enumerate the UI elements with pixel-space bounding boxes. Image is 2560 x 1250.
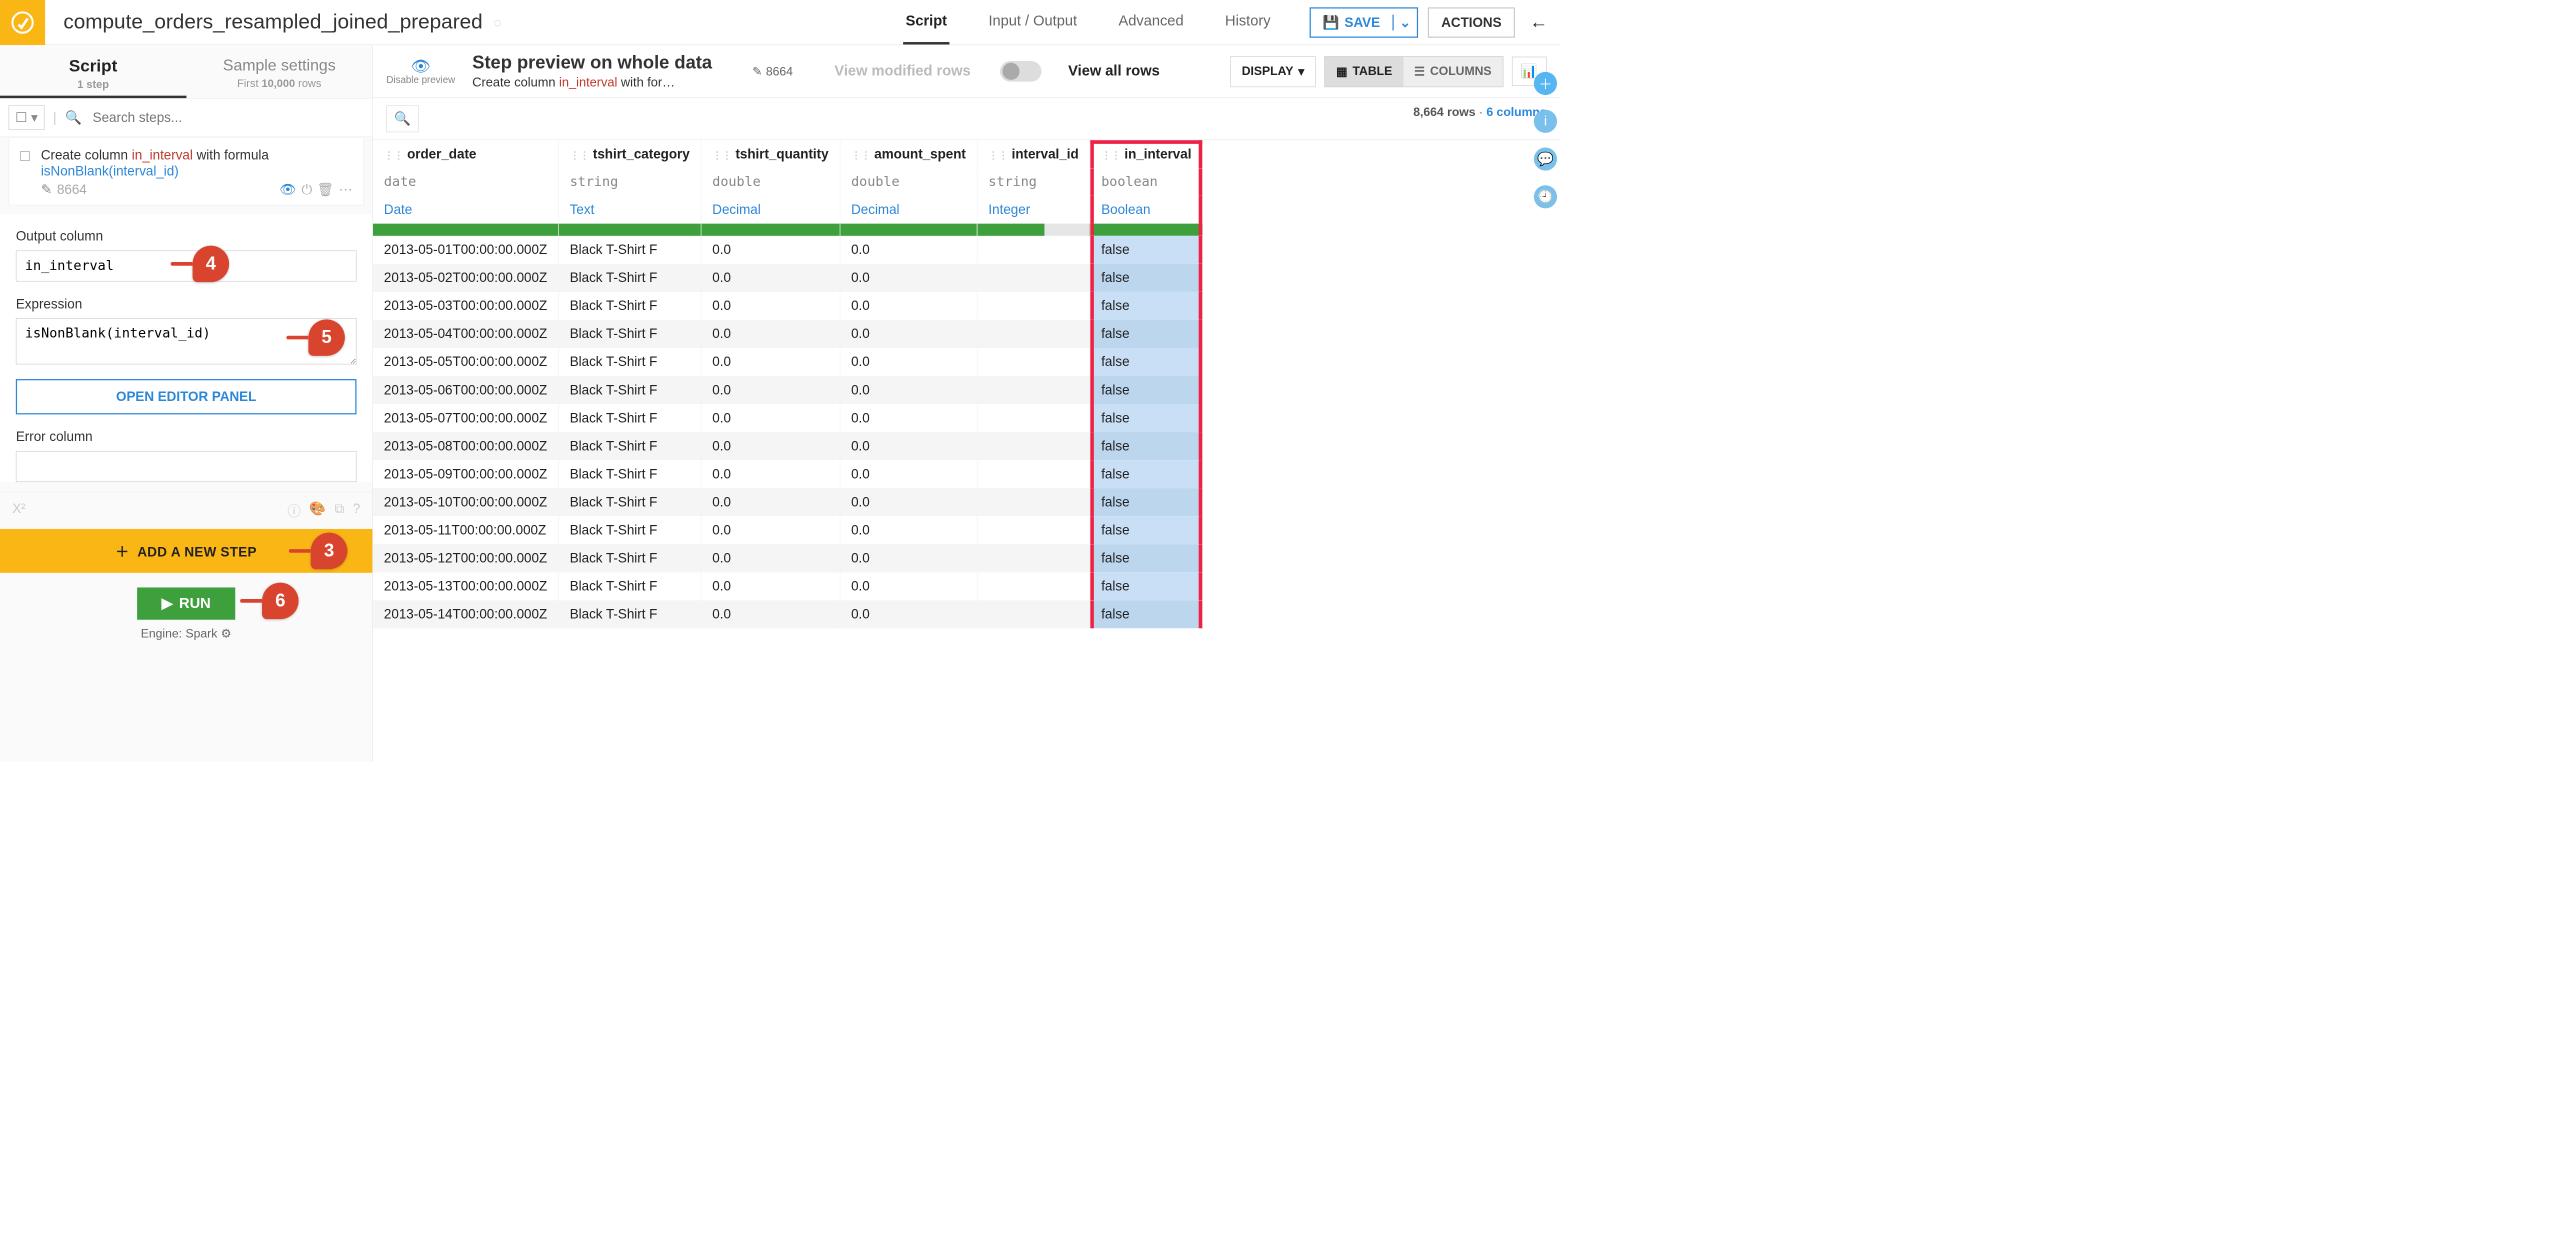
table-row[interactable]: 2013-05-13T00:00:00.000ZBlack T-Shirt F0… (373, 572, 1203, 600)
sidebar-tab-sample[interactable]: Sample settings First 10,000 rows (186, 45, 372, 98)
recipe-title: compute_orders_resampled_joined_prepared (63, 10, 482, 34)
run-button[interactable]: ▶ RUN (137, 587, 235, 619)
save-button[interactable]: 💾 SAVE ⌄ (1310, 7, 1419, 37)
back-arrow-icon[interactable]: ← (1530, 12, 1548, 33)
output-column-label: Output column (16, 229, 357, 245)
view-columns-button[interactable]: ☰ COLUMNS (1403, 56, 1502, 86)
topbar: compute_orders_resampled_joined_prepared… (0, 0, 1560, 45)
error-column-label: Error column (16, 429, 357, 445)
expression-label: Expression (16, 296, 357, 312)
save-icon: 💾 (1323, 14, 1340, 30)
palette-icon[interactable]: 🎨 (309, 501, 326, 521)
preview-count: ✎ 8664 (752, 64, 793, 79)
info-icon[interactable]: ⓘ (287, 501, 300, 521)
recipe-logo-icon[interactable] (0, 0, 45, 45)
data-table: ⋮⋮order_date⋮⋮tshirt_category⋮⋮tshirt_qu… (373, 140, 1203, 628)
output-column-input[interactable] (16, 250, 357, 281)
column-header-amount_spent[interactable]: ⋮⋮amount_spent (840, 140, 977, 168)
error-column-input[interactable] (16, 451, 357, 482)
view-toggle[interactable] (1000, 61, 1041, 82)
view-all-label: View all rows (1068, 63, 1160, 80)
tab-script[interactable]: Script (903, 0, 949, 44)
column-header-tshirt_category[interactable]: ⋮⋮tshirt_category (558, 140, 701, 168)
sidebar-tab-script[interactable]: Script 1 step (0, 45, 186, 98)
search-icon: 🔍 (65, 110, 82, 126)
table-row[interactable]: 2013-05-11T00:00:00.000ZBlack T-Shirt F0… (373, 516, 1203, 544)
power-icon[interactable]: ⏻ (301, 182, 312, 198)
more-icon[interactable]: ⋯ (339, 182, 352, 198)
copy-icon[interactable]: ⧉ (335, 501, 345, 521)
table-row[interactable]: 2013-05-06T00:00:00.000ZBlack T-Shirt F0… (373, 376, 1203, 404)
row-col-count: 8,664 rows · 6 columns (1413, 105, 1546, 132)
step-row-count: 8664 (57, 182, 87, 198)
tab-history[interactable]: History (1223, 0, 1273, 44)
display-dropdown[interactable]: DISPLAY ▾ (1230, 56, 1316, 87)
disable-preview-button[interactable]: 👁 Disable preview (386, 57, 455, 85)
step-card[interactable]: ☐ Create column in_interval with formula… (9, 137, 364, 205)
view-table-button[interactable]: ▦ TABLE (1325, 56, 1403, 86)
column-header-in_interval[interactable]: ⋮⋮in_interval (1090, 140, 1203, 168)
actions-button[interactable]: ACTIONS (1428, 7, 1515, 37)
table-row[interactable]: 2013-05-04T00:00:00.000ZBlack T-Shirt F0… (373, 320, 1203, 348)
right-rail: ＋ i 💬 🕘 (1531, 60, 1560, 209)
sidebar: Script 1 step Sample settings First 10,0… (0, 45, 373, 762)
table-row[interactable]: 2013-05-09T00:00:00.000ZBlack T-Shirt F0… (373, 460, 1203, 488)
preview-title: Step preview on whole data (472, 52, 712, 73)
column-header-interval_id[interactable]: ⋮⋮interval_id (977, 140, 1090, 168)
gear-icon[interactable]: ⚙ (221, 627, 232, 640)
pencil-icon: ✎ (41, 182, 52, 198)
callout-5: 5 (308, 319, 345, 356)
preview-subtitle: Create column in_interval with for… (472, 76, 712, 91)
save-dropdown-icon[interactable]: ⌄ (1392, 14, 1417, 30)
table-row[interactable]: 2013-05-08T00:00:00.000ZBlack T-Shirt F0… (373, 432, 1203, 460)
table-row[interactable]: 2013-05-05T00:00:00.000ZBlack T-Shirt F0… (373, 348, 1203, 376)
open-editor-button[interactable]: OPEN EDITOR PANEL (16, 379, 357, 414)
eye-icon: 👁 (386, 57, 455, 74)
rail-plus-icon[interactable]: ＋ (1534, 72, 1557, 95)
callout-6: 6 (262, 583, 299, 620)
search-steps-input[interactable] (90, 105, 364, 131)
formula-icon[interactable]: X² (12, 501, 25, 521)
tab-advanced[interactable]: Advanced (1116, 0, 1186, 44)
tab-input-output[interactable]: Input / Output (986, 0, 1080, 44)
table-row[interactable]: 2013-05-07T00:00:00.000ZBlack T-Shirt F0… (373, 404, 1203, 432)
step-form: Output column 4 Expression 5 OPEN EDITOR… (0, 214, 372, 482)
table-row[interactable]: 2013-05-02T00:00:00.000ZBlack T-Shirt F0… (373, 264, 1203, 292)
eye-icon[interactable]: 👁 (280, 182, 297, 198)
step-footer: X² ⓘ 🎨 ⧉ ? (0, 492, 372, 529)
step-checkbox[interactable]: ☐ (19, 149, 31, 165)
trash-icon[interactable]: 🗑 (317, 182, 334, 198)
table-row[interactable]: 2013-05-12T00:00:00.000ZBlack T-Shirt F0… (373, 544, 1203, 572)
callout-4: 4 (193, 246, 230, 283)
view-modified-label: View modified rows (834, 63, 970, 80)
top-tabs: Script Input / Output Advanced History (903, 0, 1273, 44)
column-header-order_date[interactable]: ⋮⋮order_date (373, 140, 558, 168)
callout-3: 3 (311, 533, 348, 570)
help-icon[interactable]: ? (353, 501, 360, 521)
loading-icon: ◌ (494, 14, 502, 30)
table-row[interactable]: 2013-05-14T00:00:00.000ZBlack T-Shirt F0… (373, 600, 1203, 628)
rail-clock-icon[interactable]: 🕘 (1534, 185, 1557, 208)
expression-input[interactable] (16, 318, 357, 364)
engine-label[interactable]: Engine: Spark ⚙ (0, 626, 372, 641)
table-row[interactable]: 2013-05-03T00:00:00.000ZBlack T-Shirt F0… (373, 292, 1203, 320)
filter-icon[interactable]: 🔍 (386, 105, 419, 132)
rail-info-icon[interactable]: i (1534, 110, 1557, 133)
table-row[interactable]: 2013-05-01T00:00:00.000ZBlack T-Shirt F0… (373, 236, 1203, 264)
column-header-tshirt_quantity[interactable]: ⋮⋮tshirt_quantity (701, 140, 840, 168)
select-all-checkbox[interactable]: ☐ ▾ (9, 105, 45, 129)
rail-chat-icon[interactable]: 💬 (1534, 147, 1557, 170)
table-row[interactable]: 2013-05-10T00:00:00.000ZBlack T-Shirt F0… (373, 488, 1203, 516)
